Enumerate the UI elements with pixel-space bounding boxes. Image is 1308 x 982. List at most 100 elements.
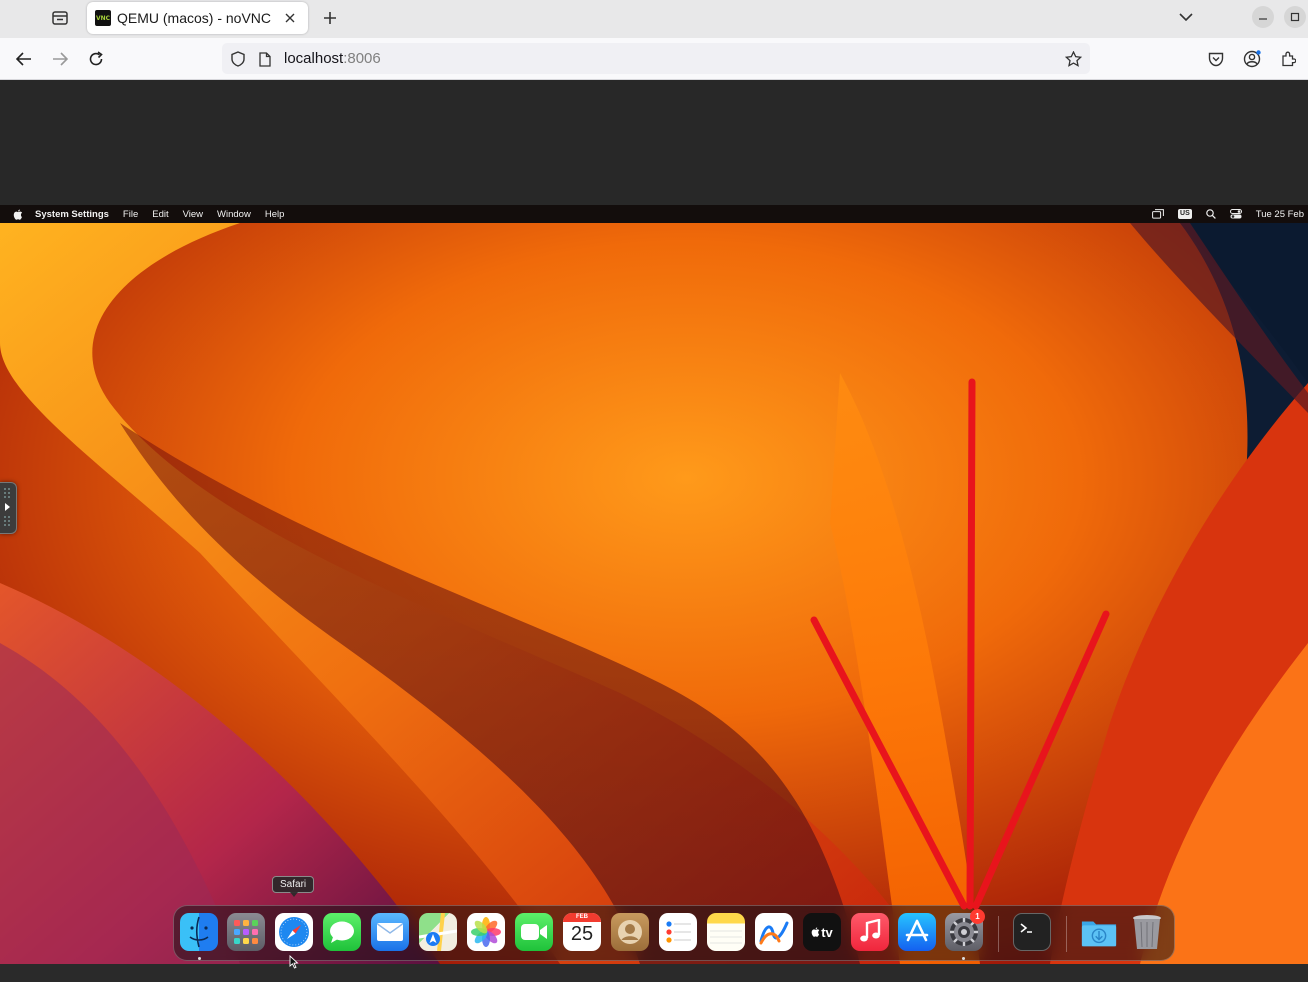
calendar-day: 25 <box>570 923 594 945</box>
spotlight-search-icon[interactable] <box>1205 209 1216 219</box>
menu-edit[interactable]: Edit <box>152 209 168 220</box>
ventura-wallpaper <box>0 223 1308 964</box>
window-controls <box>1252 0 1308 34</box>
handle-grip-icon <box>4 488 10 526</box>
account-icon[interactable] <box>1240 47 1264 71</box>
running-indicator <box>198 957 201 960</box>
maximize-button[interactable] <box>1284 6 1306 28</box>
new-tab-button[interactable] <box>318 6 342 30</box>
finder-icon <box>189 916 209 948</box>
dock-terminal[interactable] <box>1013 913 1051 951</box>
browser-nav-bar: localhost:8006 <box>0 38 1308 80</box>
dock-mail[interactable] <box>371 913 409 951</box>
page-icon[interactable] <box>256 50 274 68</box>
menu-bar-extras: US Tue 25 Feb <box>1152 205 1304 223</box>
dock-app-store[interactable] <box>898 913 936 951</box>
browser-tab[interactable]: VNC QEMU (macos) - noVNC <box>87 2 308 34</box>
appletv-label: tv <box>821 924 833 940</box>
novnc-control-bar-handle[interactable] <box>0 482 17 534</box>
trash-icon <box>1133 915 1161 949</box>
menu-bar-clock[interactable]: Tue 25 Feb <box>1256 209 1304 220</box>
close-icon <box>285 13 295 23</box>
shield-icon[interactable] <box>229 50 247 68</box>
url-text: localhost:8006 <box>284 50 381 67</box>
downloads-folder-icon <box>1081 921 1117 947</box>
input-source-menu[interactable]: US <box>1178 209 1192 219</box>
pocket-icon[interactable] <box>1204 47 1228 71</box>
minimize-icon <box>1259 18 1267 20</box>
list-all-tabs-button[interactable] <box>1175 6 1197 28</box>
reload-icon <box>89 51 103 66</box>
chevron-down-icon <box>1179 13 1193 21</box>
firefox-view-icon <box>52 11 68 25</box>
dock-separator <box>1066 916 1067 952</box>
keyboard-layout-label: US <box>1178 209 1192 219</box>
control-center-icon[interactable] <box>1229 209 1242 219</box>
maps-icon <box>419 913 457 951</box>
dock-facetime[interactable] <box>515 913 553 951</box>
forward-button[interactable] <box>48 47 72 71</box>
photos-icon <box>471 917 501 947</box>
dock-launchpad[interactable] <box>227 913 265 951</box>
dock-contacts[interactable] <box>611 913 649 951</box>
safari-icon <box>279 917 309 947</box>
browser-tab-bar: VNC QEMU (macos) - noVNC <box>0 0 1308 38</box>
dock-maps[interactable] <box>419 913 457 951</box>
tab-close-button[interactable] <box>280 8 300 28</box>
bookmark-star-icon[interactable] <box>1064 50 1082 68</box>
reminders-icon <box>666 921 691 943</box>
terminal-icon <box>1020 923 1032 933</box>
dock-tooltip: Safari <box>272 876 315 897</box>
menu-window[interactable]: Window <box>217 209 251 220</box>
novnc-favicon-icon: VNC <box>95 10 111 26</box>
arrow-right-icon <box>53 52 68 66</box>
messages-icon <box>330 921 354 943</box>
dock-photos[interactable] <box>467 913 505 951</box>
dock-finder[interactable] <box>180 913 218 951</box>
novnc-bottom-bar <box>0 964 1308 982</box>
maximize-icon <box>1290 12 1300 22</box>
plus-icon <box>324 12 336 24</box>
music-icon <box>860 919 881 942</box>
url-bar[interactable]: localhost:8006 <box>222 43 1090 74</box>
appstore-icon <box>905 919 929 942</box>
menu-view[interactable]: View <box>183 209 203 220</box>
dock-freeform[interactable] <box>755 913 793 951</box>
dock-trash[interactable] <box>1128 913 1166 951</box>
dock-separator <box>998 916 999 952</box>
menu-file[interactable]: File <box>123 209 138 220</box>
back-button[interactable] <box>12 47 36 71</box>
mouse-cursor-icon <box>289 955 299 969</box>
dock-reminders[interactable] <box>659 913 697 951</box>
launchpad-icon <box>234 920 258 944</box>
dock-safari[interactable] <box>275 913 313 951</box>
calendar-month: FEB <box>563 913 601 922</box>
contacts-icon <box>618 920 642 944</box>
facetime-icon <box>521 924 547 940</box>
dock-messages[interactable] <box>323 913 361 951</box>
dock-apple-tv[interactable]: tv <box>803 913 841 951</box>
macos-menu-bar: System Settings File Edit View Window He… <box>0 205 1308 223</box>
freeform-icon <box>759 921 789 945</box>
menu-help[interactable]: Help <box>265 209 285 220</box>
tab-title: QEMU (macos) - noVNC <box>117 10 272 26</box>
dock-music[interactable] <box>851 913 889 951</box>
macos-dock: FEB 25 tv 1 <box>173 905 1175 961</box>
screen-mirroring-icon[interactable] <box>1152 209 1164 219</box>
notes-icon <box>710 930 742 944</box>
macos-screen[interactable]: System Settings File Edit View Window He… <box>0 205 1308 964</box>
appletv-icon <box>811 927 820 937</box>
firefox-view-button[interactable] <box>48 7 72 29</box>
reload-button[interactable] <box>84 47 108 71</box>
mail-icon <box>377 923 403 941</box>
dock-notes[interactable] <box>707 913 745 951</box>
minimize-button[interactable] <box>1252 6 1274 28</box>
apple-logo-icon[interactable] <box>13 208 23 220</box>
notification-badge: 1 <box>970 909 985 924</box>
dock-downloads[interactable] <box>1080 913 1118 951</box>
dock-calendar[interactable]: FEB 25 <box>563 913 601 951</box>
extensions-icon[interactable] <box>1276 47 1300 71</box>
running-indicator <box>962 957 965 960</box>
menu-app-name[interactable]: System Settings <box>35 209 109 220</box>
arrow-left-icon <box>16 52 31 66</box>
